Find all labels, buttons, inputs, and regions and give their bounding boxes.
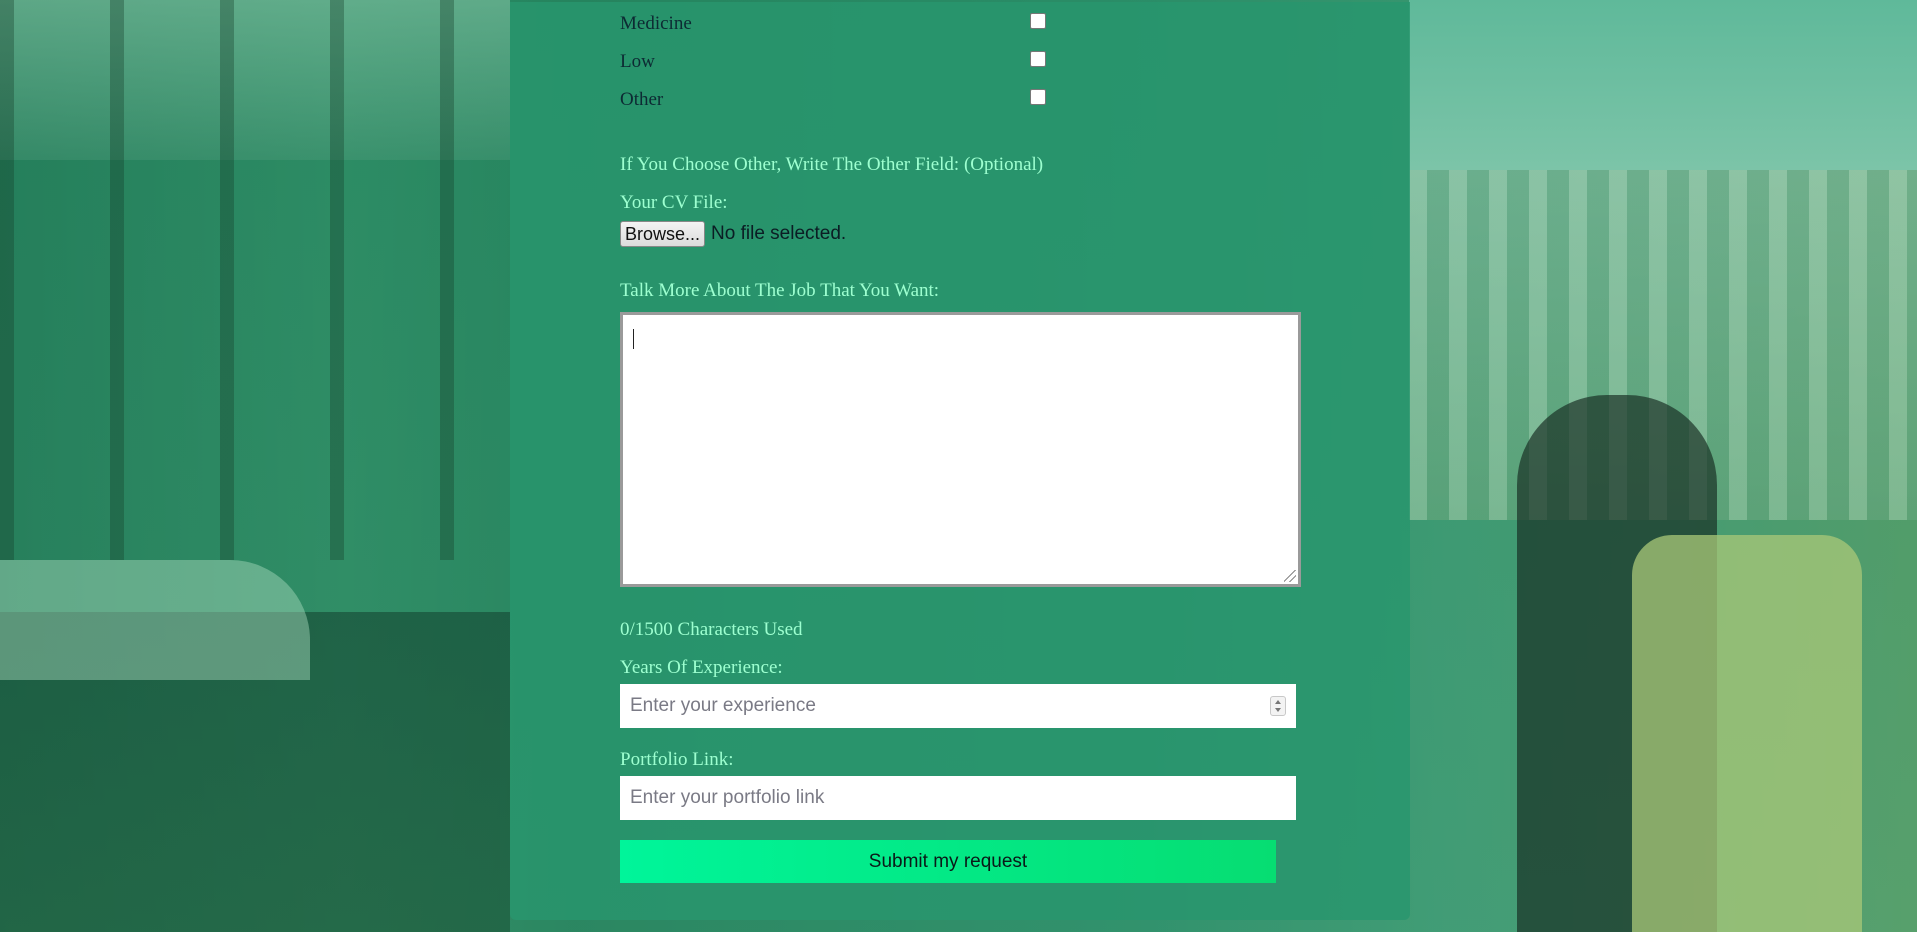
experience-placeholder: Enter your experience <box>630 695 816 716</box>
category-row-medicine: Medicine <box>620 7 1050 34</box>
job-description-textarea[interactable] <box>620 312 1301 587</box>
other-field-label: If You Choose Other, Write The Other Fie… <box>620 154 1044 175</box>
background-sky <box>1409 0 1917 170</box>
file-status: No file selected. <box>711 223 847 244</box>
cv-file-input: Browse... No file selected. <box>620 220 846 248</box>
job-description-label: Talk More About The Job That You Want: <box>620 280 940 301</box>
category-row-other: Other <box>620 83 1050 110</box>
character-counter: 0/1500 Characters Used <box>620 619 803 640</box>
background-chair-jacket <box>1632 535 1862 932</box>
resize-grip-icon[interactable] <box>1284 570 1296 582</box>
medicine-checkbox[interactable] <box>1030 13 1046 29</box>
low-checkbox[interactable] <box>1030 51 1046 67</box>
category-label: Low <box>620 51 655 72</box>
form-panel: Medicine Low Other If You Choose Other, … <box>510 2 1410 920</box>
browse-button[interactable]: Browse... <box>620 221 706 247</box>
experience-label: Years Of Experience: <box>620 657 783 678</box>
portfolio-placeholder: Enter your portfolio link <box>630 787 825 808</box>
other-checkbox[interactable] <box>1030 89 1046 105</box>
text-caret <box>633 329 634 349</box>
number-spinner-icon[interactable] <box>1270 696 1286 716</box>
experience-input[interactable]: Enter your experience <box>620 684 1296 728</box>
portfolio-label: Portfolio Link: <box>620 749 734 770</box>
category-row-low: Low <box>620 45 1050 72</box>
category-label: Other <box>620 89 664 110</box>
portfolio-input[interactable]: Enter your portfolio link <box>620 776 1296 820</box>
category-label: Medicine <box>620 13 692 34</box>
submit-button[interactable]: Submit my request <box>620 840 1276 883</box>
background-desk <box>0 560 310 680</box>
background-window-frames <box>0 0 510 560</box>
cv-file-label: Your CV File: <box>620 192 728 213</box>
